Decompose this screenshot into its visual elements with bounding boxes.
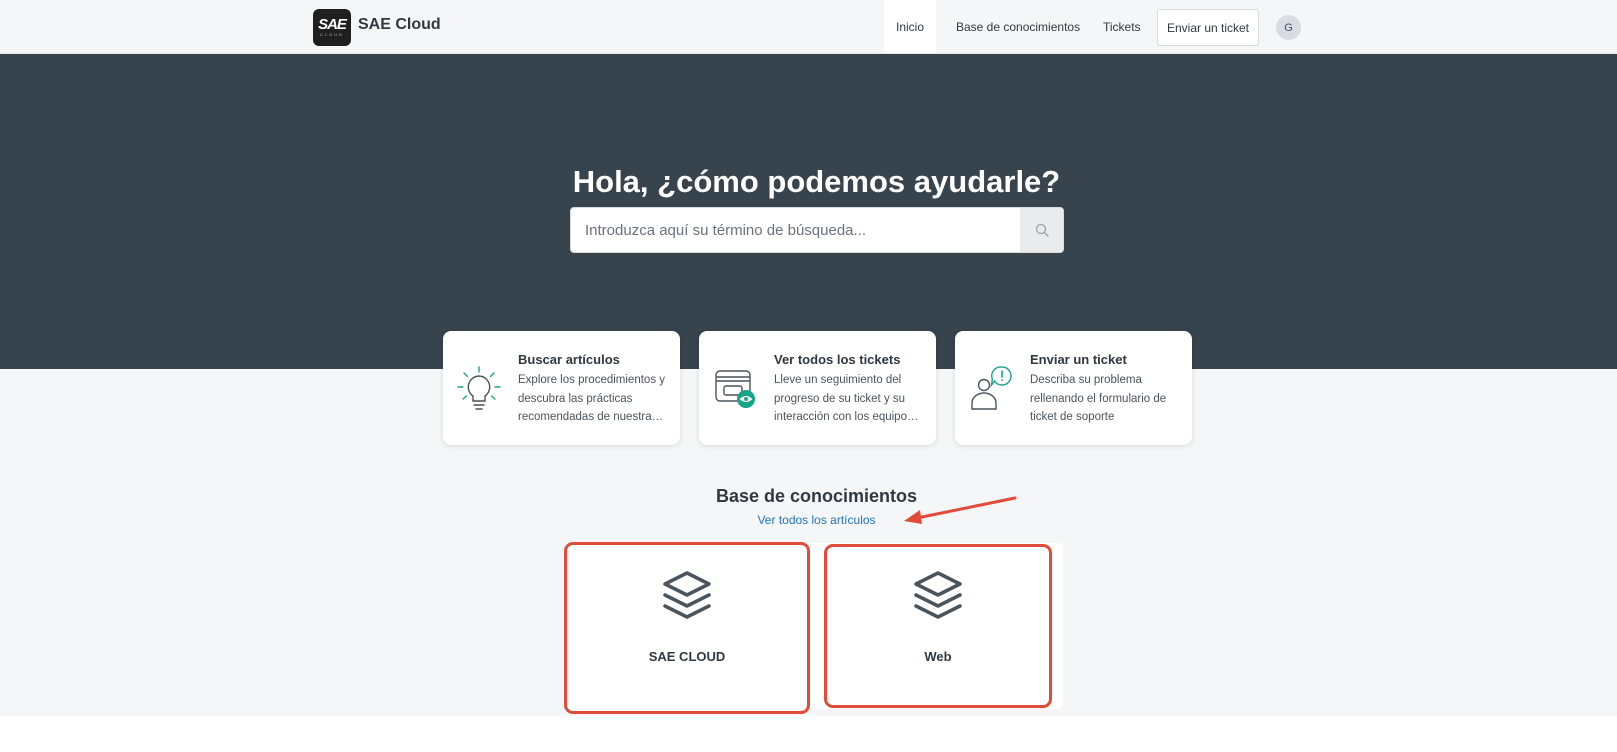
hero-title: Hola, ¿cómo podemos ayudarle? xyxy=(572,164,1061,199)
brand-name[interactable]: SAE Cloud xyxy=(358,16,441,34)
top-navigation-bar: SAE CLOUD SAE Cloud Inicio Base de conoc… xyxy=(0,0,1617,54)
submit-ticket-button[interactable]: Enviar un ticket xyxy=(1157,9,1259,46)
ticket-view-icon xyxy=(715,370,755,408)
logo-text: SAE xyxy=(318,15,347,33)
card-title: Enviar un ticket xyxy=(1030,352,1127,367)
search-button[interactable] xyxy=(1020,208,1063,252)
sae-logo[interactable]: SAE CLOUD xyxy=(313,9,351,46)
lightbulb-icon xyxy=(457,366,501,410)
search-box xyxy=(570,207,1064,253)
card-description: Explore los procedimientos y descubra la… xyxy=(518,374,666,423)
card-title: Buscar artículos xyxy=(518,352,620,367)
person-alert-icon xyxy=(971,366,1012,410)
category-label: Web xyxy=(924,649,952,664)
card-title: Ver todos los tickets xyxy=(774,352,901,367)
annotation-arrow xyxy=(904,496,1017,524)
category-web[interactable]: Web xyxy=(824,544,1052,708)
logo-subtext: CLOUD xyxy=(319,31,344,37)
search-icon xyxy=(1035,223,1049,237)
card-search-articles[interactable]: Buscar artículos Explore los procedimien… xyxy=(443,331,680,445)
card-description: Lleve un seguimiento del progreso de su … xyxy=(774,374,919,423)
layers-icon xyxy=(663,571,711,619)
layers-icon xyxy=(914,571,962,619)
category-label: SAE CLOUD xyxy=(648,649,726,664)
knowledge-base-title: Base de conocimientos xyxy=(715,486,918,506)
nav-item-knowledge-base[interactable]: Base de conocimientos xyxy=(956,20,1080,34)
card-submit-ticket[interactable]: Enviar un ticket Describa su problema re… xyxy=(955,331,1192,445)
view-all-articles-link[interactable]: Ver todos los artículos xyxy=(0,513,1617,527)
card-view-tickets[interactable]: Ver todos los tickets Lleve un seguimien… xyxy=(699,331,936,445)
category-sae-cloud[interactable]: SAE CLOUD xyxy=(564,542,810,714)
nav-item-home[interactable]: Inicio xyxy=(884,0,936,53)
user-avatar[interactable]: G xyxy=(1276,15,1301,40)
nav-item-tickets[interactable]: Tickets xyxy=(1103,20,1141,34)
card-description: Describa su problema rellenando el formu… xyxy=(1030,374,1167,423)
search-input[interactable] xyxy=(571,208,1020,252)
